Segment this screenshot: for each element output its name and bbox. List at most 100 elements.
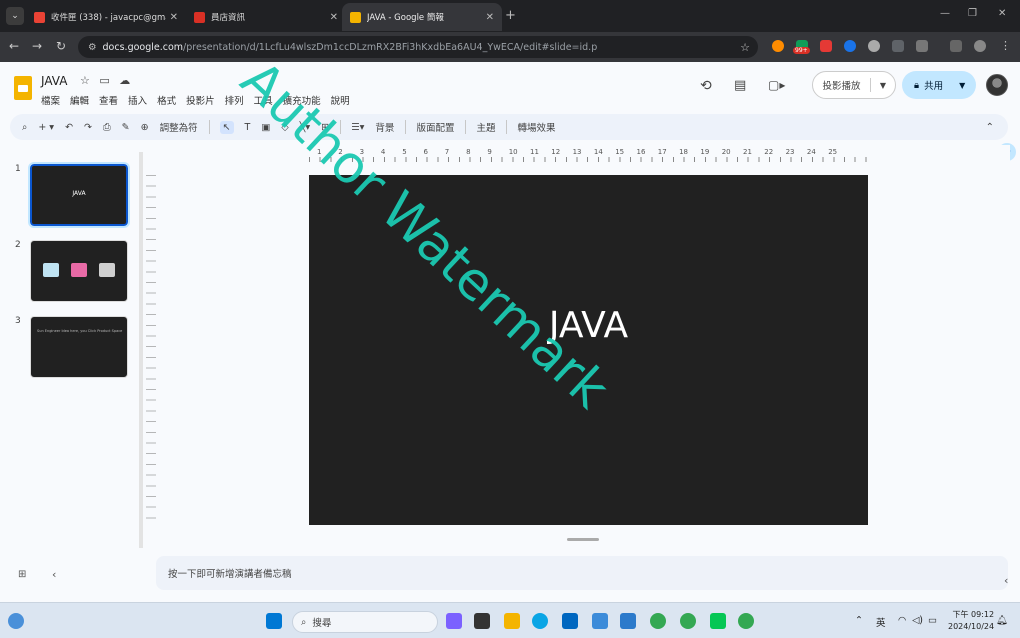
ime-indicator[interactable]: 英 [876,615,886,629]
meet-icon[interactable]: ▢▸ [768,78,785,92]
address-bar-row: ← → ↻ ⚙ docs.google.com /presentation/d/… [0,32,1020,62]
chevron-left-icon[interactable]: ‹ [1004,574,1008,587]
present-label[interactable]: 投影播放 [813,78,871,92]
title-icons: ☆ ▭ ☁ [80,74,130,87]
filmstrip-splitter[interactable] [139,152,143,548]
history-icon[interactable]: ⟲ [700,78,712,94]
app-icon[interactable] [592,613,608,629]
chevron-left-icon[interactable]: ‹ [52,568,56,581]
tab-gmail[interactable]: 收件匣 (338) - javacpc@gmai ✕ [26,3,186,31]
ruler-label: 20 [721,148,731,156]
menu-help[interactable]: 說明 [331,93,350,107]
task-view-icon[interactable] [474,613,490,629]
undo-icon[interactable]: ↶ [65,122,73,133]
docs-header: JAVA ☆ ▭ ☁ 檔案 編輯 查看 插入 格式 投影片 排列 工具 擴充功能… [0,62,1020,114]
slide-title[interactable]: JAVA [309,305,868,346]
slide-thumbnail[interactable] [30,240,128,302]
back-icon[interactable]: ← [9,39,19,53]
menu-file[interactable]: 檔案 [41,93,60,107]
download-icon[interactable] [950,40,962,52]
print-icon[interactable]: ⎙ [103,122,111,133]
avatar[interactable] [986,74,1008,96]
layout-button[interactable]: 版面配置 [416,120,454,134]
close-icon[interactable]: ✕ [486,12,494,23]
new-tab-button[interactable]: + [505,8,516,23]
slide-thumbnail[interactable]: Sun Engineer Idea here, you Click Produc… [30,316,128,378]
collapse-toolbar-icon[interactable]: ⌃ [986,122,994,133]
minimize-icon[interactable]: — [940,8,950,19]
notification-bell-icon[interactable]: 🔔︎ [996,615,1008,626]
tab-google-slides[interactable]: JAVA - Google 簡報 ✕ [342,3,502,31]
transition-button[interactable]: 轉場效果 [517,120,555,134]
maximize-icon[interactable]: ❐ [968,8,977,19]
line-app-icon[interactable] [710,613,726,629]
clock[interactable]: 下午 09:12 2024/10/24 [948,609,994,633]
clock-time: 下午 09:12 [952,610,995,619]
chevron-down-icon[interactable]: ▼ [959,81,965,90]
menu-insert[interactable]: 插入 [128,93,147,107]
extension-icon[interactable] [868,40,880,52]
comments-icon[interactable]: ▤ [734,78,746,93]
star-icon[interactable]: ☆ [80,74,90,87]
notes-resize-handle[interactable] [567,538,599,541]
puzzle-icon[interactable] [916,40,928,52]
file-explorer-icon[interactable] [504,613,520,629]
tab-store-info[interactable]: 員店資訊 ✕ [186,3,346,31]
taskbar-search[interactable]: ⌕ 搜尋 [292,611,438,633]
present-button[interactable]: 投影播放 ▼ [812,71,896,99]
slides-logo-icon[interactable] [14,76,32,100]
url-bar[interactable]: ⚙ docs.google.com /presentation/d/1LcfLu… [78,36,758,58]
zoom-icon[interactable]: ⊕ [141,122,149,133]
redo-icon[interactable]: ↷ [84,122,92,133]
chrome-icon[interactable] [650,613,666,629]
chrome-icon[interactable] [738,613,754,629]
start-icon[interactable] [266,613,282,629]
edge-icon[interactable] [532,613,548,629]
widgets-icon[interactable] [8,613,24,629]
background-button[interactable]: 背景 [375,120,394,134]
store-icon[interactable] [562,613,578,629]
new-slide-icon[interactable]: + ▾ [38,122,54,133]
chevron-up-icon[interactable]: ⌃ [855,615,863,626]
menu-format[interactable]: 格式 [157,93,176,107]
profile-icon[interactable] [974,40,986,52]
menu-edit[interactable]: 編輯 [70,93,89,107]
move-folder-icon[interactable]: ▭ [99,74,109,87]
search-menus-icon[interactable]: ⌕ [22,122,27,133]
ruler-label: 14 [593,148,603,156]
slide-thumbnail[interactable]: JAVA [28,162,130,228]
extension-icon[interactable] [844,40,856,52]
copilot-icon[interactable] [446,613,462,629]
grid-view-icon[interactable]: ⊞ [18,569,26,580]
reload-icon[interactable]: ↻ [56,39,66,53]
theme-button[interactable]: 主題 [476,120,495,134]
extension-icon[interactable] [892,40,904,52]
extension-icon[interactable] [772,40,784,52]
document-title[interactable]: JAVA [41,74,67,88]
menu-view[interactable]: 查看 [99,93,118,107]
share-button[interactable]: 🔒︎ 共用 ▼ [902,71,976,99]
extension-icon[interactable] [820,40,832,52]
battery-icon[interactable]: ▭ [928,615,937,626]
chrome-icon[interactable] [680,613,696,629]
site-info-icon[interactable]: ⚙ [88,42,97,53]
menu-slide[interactable]: 投影片 [186,93,215,107]
forward-icon[interactable]: → [32,39,42,53]
speaker-notes[interactable]: 按一下即可新增演講者備忘稿 [156,556,1008,590]
ruler-label: 9 [487,148,492,156]
bookmark-star-icon[interactable]: ☆ [740,41,750,54]
close-window-icon[interactable]: ✕ [998,8,1006,19]
chevron-down-icon[interactable]: ▼ [871,81,895,90]
paint-format-icon[interactable]: ✎ [122,122,130,133]
tab-search-button[interactable]: ⌄ [6,7,24,25]
volume-icon[interactable]: ◁) [912,615,923,626]
close-icon[interactable]: ✕ [330,12,338,23]
text-box-icon[interactable]: T [245,122,251,133]
wifi-icon[interactable]: ◠ [898,615,906,626]
select-cursor-icon[interactable]: ↖ [219,120,234,134]
close-icon[interactable]: ✕ [170,12,178,23]
more-menu-icon[interactable]: ⋮ [1000,39,1011,52]
ruler-label: 6 [423,148,428,156]
zoom-select[interactable]: 調整為符 [160,120,198,134]
vscode-icon[interactable] [620,613,636,629]
